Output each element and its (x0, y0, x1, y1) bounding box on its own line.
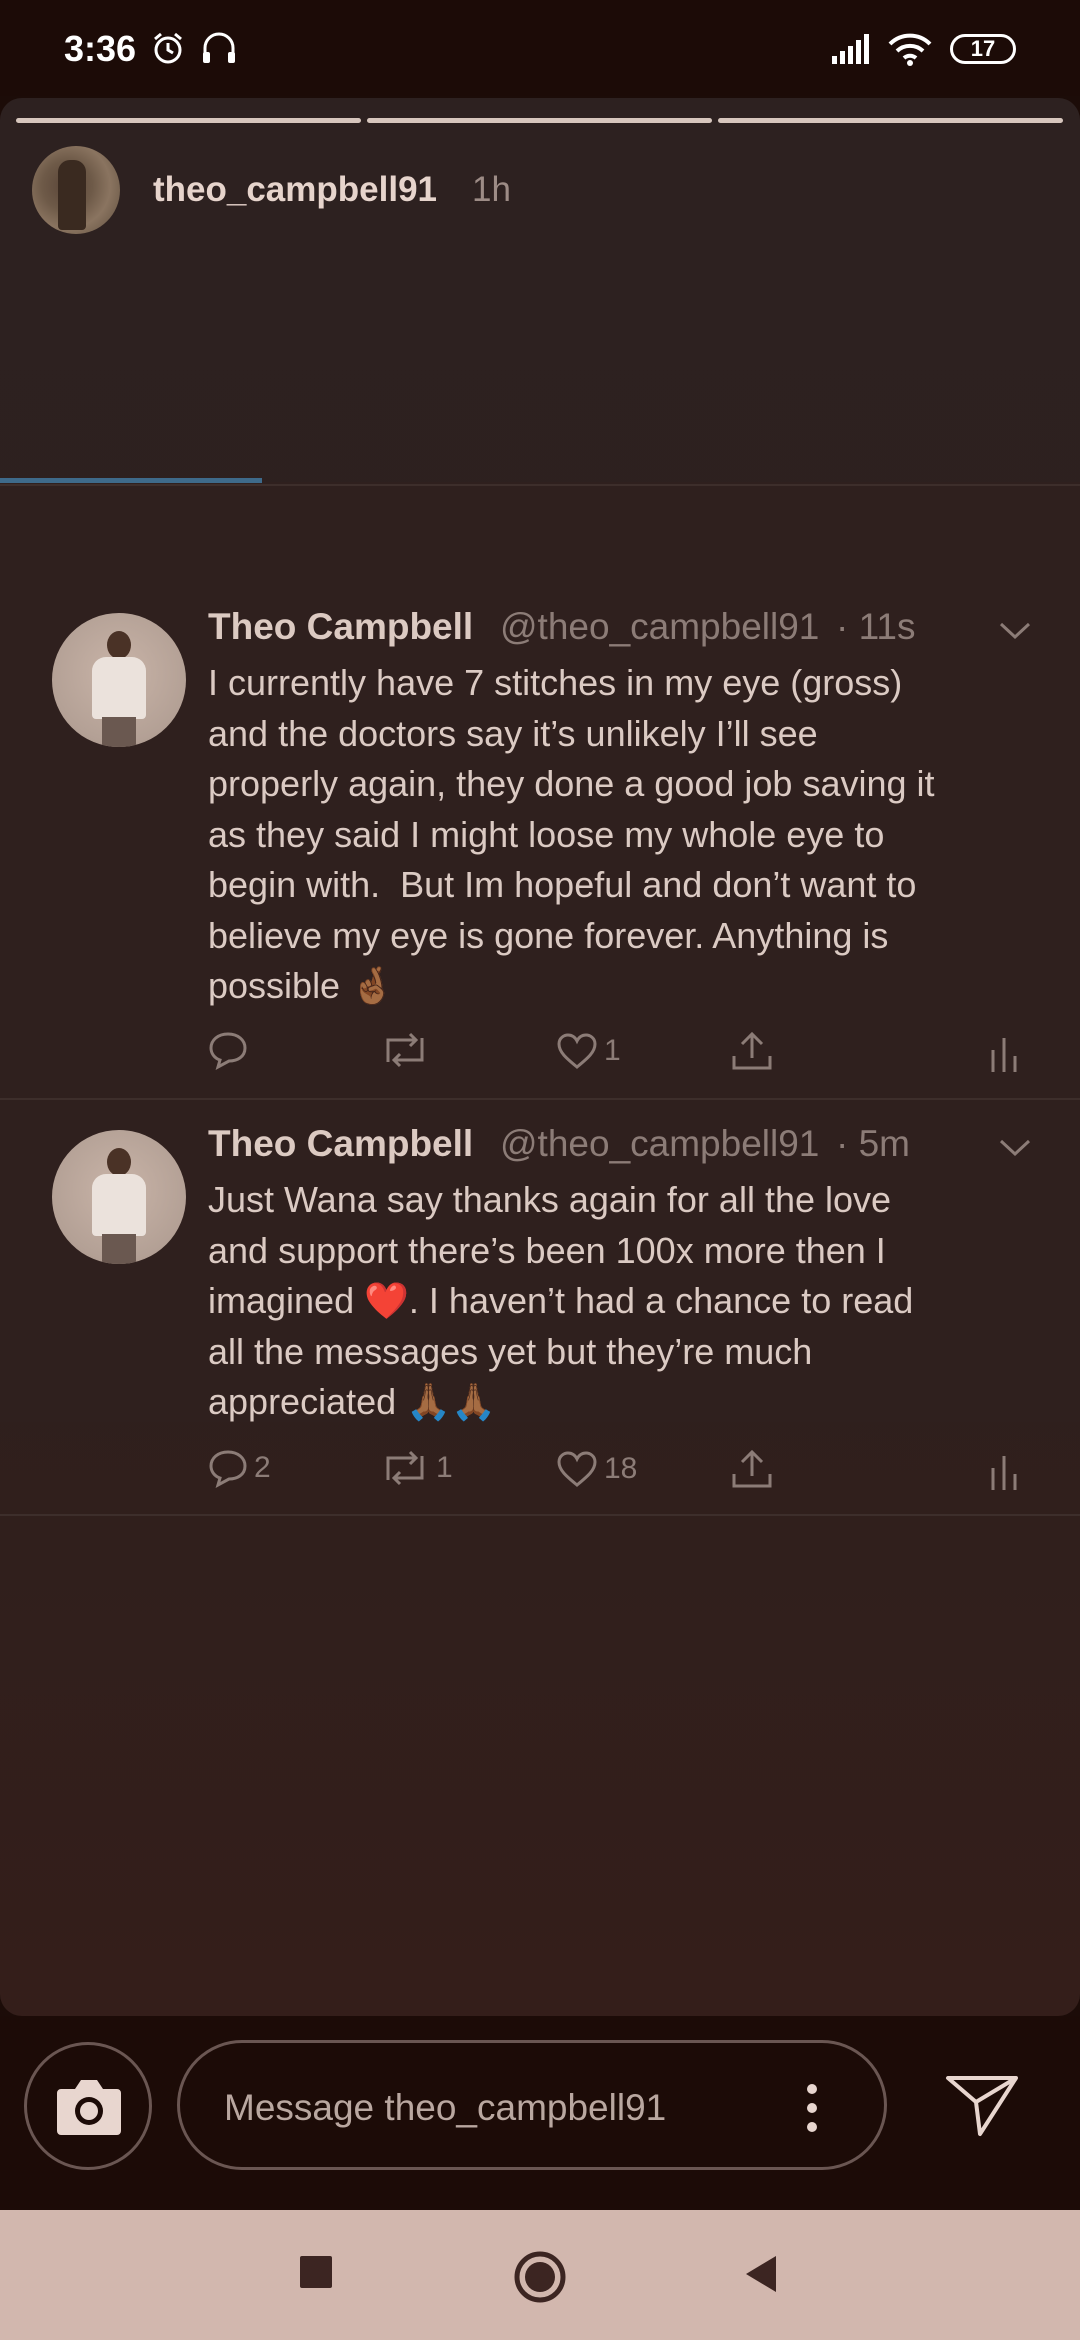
tweet-text: I currently have 7 stitches in my eye (g… (208, 662, 935, 1006)
reply-count: 2 (254, 1451, 271, 1484)
tweet-time: · 11s (836, 606, 916, 647)
tweet-text: Just Wana say thanks again for all the l… (208, 1179, 914, 1422)
divider (0, 1514, 1080, 1516)
reply-action: 2 (208, 1448, 271, 1488)
wifi-icon (888, 32, 932, 71)
camera-icon (57, 2080, 121, 2135)
tweet-author-handle: @theo_campbell91 (500, 606, 820, 647)
like-action: 1 (556, 1032, 621, 1070)
tweet-author-name: Theo Campbell (208, 606, 474, 647)
recent-apps-button[interactable] (298, 2254, 334, 2295)
retweet-count: 1 (436, 1451, 453, 1484)
battery-icon: 17 (950, 34, 1016, 64)
chevron-down-icon (998, 1137, 1032, 1164)
like-count: 18 (604, 1452, 638, 1485)
more-options-icon[interactable] (806, 2083, 818, 2138)
signal-icon (832, 34, 872, 69)
tweet-progress-bar (0, 478, 262, 483)
send-icon[interactable] (944, 2072, 1020, 2143)
story-avatar[interactable] (32, 146, 120, 234)
like-action: 18 (556, 1450, 637, 1488)
status-bar: 3:36 17 (0, 0, 1080, 96)
story-progress-segment (367, 118, 712, 123)
reply-action (208, 1030, 254, 1070)
home-button[interactable] (513, 2250, 567, 2309)
retweet-action: 1 (380, 1450, 453, 1486)
message-placeholder: Message theo_campbell91 (224, 2087, 667, 2128)
divider (0, 1098, 1080, 1100)
alarm-icon (150, 30, 186, 71)
story-progress-segment (718, 118, 1063, 123)
navigation-bar (0, 2210, 1080, 2340)
like-count: 1 (604, 1034, 621, 1067)
tweet-author-handle: @theo_campbell91 (500, 1123, 820, 1164)
tweet-author-name: Theo Campbell (208, 1123, 474, 1164)
retweet-action (380, 1032, 436, 1068)
status-time: 3:36 (64, 28, 137, 69)
analytics-icon (990, 1450, 1020, 1490)
share-icon (730, 1448, 774, 1490)
share-icon (730, 1030, 774, 1072)
story-progress-segment (16, 118, 361, 123)
avatar (52, 1130, 186, 1264)
divider (0, 484, 1080, 486)
tweet-time: · 5m (836, 1123, 910, 1164)
story-username[interactable]: theo_campbell91 (153, 170, 437, 210)
analytics-icon (990, 1032, 1020, 1072)
message-input[interactable]: Message theo_campbell91 (177, 2040, 887, 2170)
story-time-ago: 1h (472, 170, 511, 209)
chevron-down-icon (998, 620, 1032, 647)
headset-icon (200, 30, 238, 71)
avatar (52, 613, 186, 747)
camera-button[interactable] (24, 2042, 152, 2170)
back-button[interactable] (742, 2254, 778, 2299)
